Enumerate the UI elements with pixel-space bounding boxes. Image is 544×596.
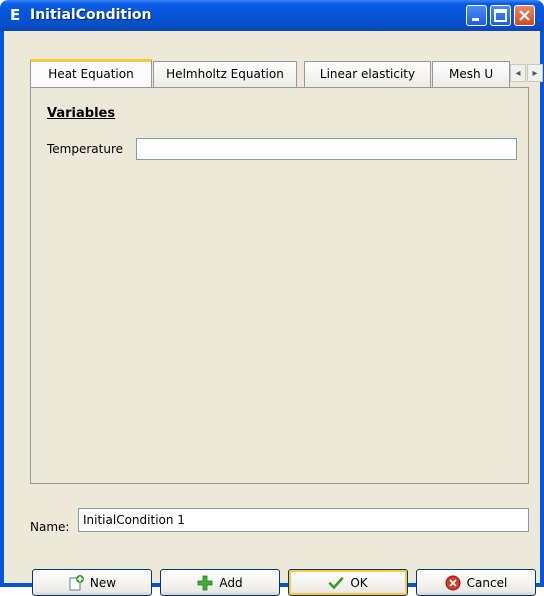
name-label: Name: <box>30 520 70 534</box>
tab-label: Helmholtz Equation <box>166 67 284 81</box>
section-title: Variables <box>47 106 116 121</box>
new-document-icon <box>68 574 84 591</box>
title-bar[interactable]: E InitialCondition <box>0 0 544 31</box>
tab-label: Linear elasticity <box>319 67 416 81</box>
add-button-label: Add <box>219 575 243 590</box>
dialog-window: E InitialCondition Heat Equation Helmhol… <box>0 0 544 596</box>
minimize-icon <box>472 18 479 21</box>
tab-scroll-left-button[interactable]: ◂ <box>510 64 526 82</box>
cancel-button[interactable]: Cancel <box>416 569 536 596</box>
window-title: InitialCondition <box>30 7 152 23</box>
cancel-button-label: Cancel <box>466 575 508 590</box>
tab-scroll-right-button[interactable]: ▸ <box>527 64 543 82</box>
tab-helmholtz-equation[interactable]: Helmholtz Equation <box>153 61 297 87</box>
close-icon <box>519 10 530 21</box>
maximize-button[interactable] <box>490 5 511 26</box>
chevron-left-icon: ◂ <box>515 68 521 79</box>
temperature-label: Temperature <box>47 142 124 156</box>
checkmark-icon <box>328 575 344 591</box>
plus-icon <box>197 575 213 591</box>
tab-linear-elasticity[interactable]: Linear elasticity <box>304 61 431 87</box>
maximize-icon <box>494 9 507 22</box>
tab-panel: Variables Temperature <box>30 87 529 484</box>
minimize-button[interactable] <box>466 5 487 26</box>
app-icon: E <box>10 6 21 24</box>
close-button[interactable] <box>514 5 535 26</box>
temperature-field[interactable] <box>136 138 517 160</box>
ok-button[interactable]: OK <box>288 569 408 596</box>
tab-mesh[interactable]: Mesh U <box>432 61 510 87</box>
add-button[interactable]: Add <box>160 569 280 596</box>
ok-button-label: OK <box>350 575 368 590</box>
chevron-right-icon: ▸ <box>532 68 538 79</box>
tab-label: Mesh U <box>449 67 494 81</box>
tab-label: Heat Equation <box>48 67 134 81</box>
tab-heat-equation[interactable]: Heat Equation <box>30 59 152 87</box>
new-button[interactable]: New <box>32 569 152 596</box>
new-button-label: New <box>89 575 117 590</box>
name-field[interactable] <box>78 508 529 532</box>
cancel-icon <box>445 575 461 591</box>
